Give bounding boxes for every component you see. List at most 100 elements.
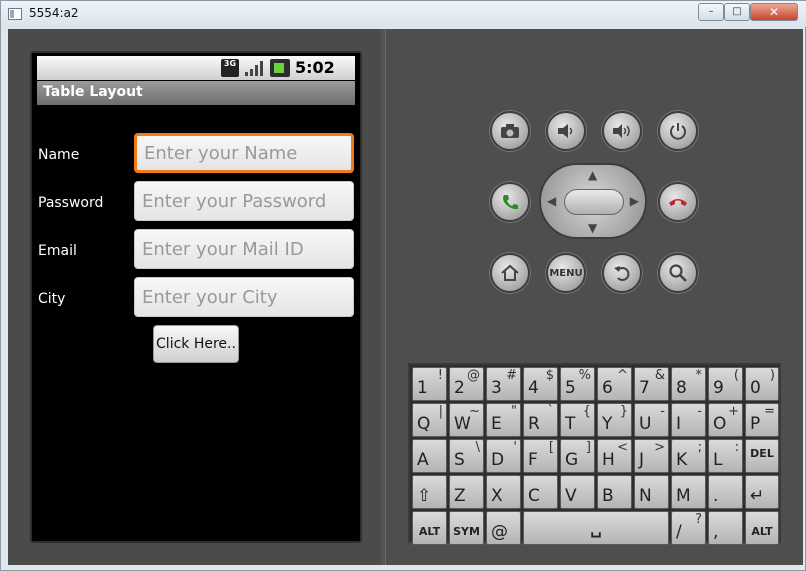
city-field[interactable] (134, 277, 354, 317)
key-1[interactable]: 1! (412, 367, 447, 401)
key-at[interactable]: @ (486, 511, 521, 545)
menu-button[interactable]: MENU (546, 253, 586, 293)
key-del[interactable]: DEL (745, 439, 779, 473)
key-main: R (528, 414, 540, 434)
key-main: 8 (676, 378, 687, 398)
volume-down-button[interactable] (546, 111, 586, 151)
key-slash[interactable]: /? (671, 511, 706, 545)
dpad-center-button[interactable] (564, 189, 624, 215)
volume-up-button[interactable] (602, 111, 642, 151)
dpad[interactable]: ▲ ▼ ◀ ▶ (539, 163, 647, 239)
key-alt: ~ (469, 404, 480, 419)
key-e[interactable]: E " (486, 403, 521, 437)
call-button[interactable] (490, 182, 530, 222)
key-z[interactable]: Z (449, 475, 484, 509)
key-main: 0 (750, 378, 761, 398)
dpad-up-icon[interactable]: ▲ (588, 168, 597, 182)
back-button[interactable] (602, 253, 642, 293)
key-w[interactable]: W ~ (449, 403, 484, 437)
key-x[interactable]: X (486, 475, 521, 509)
key-main: V (565, 486, 577, 506)
emulator-window: 5554:a2 – □ ✕ 3G 5:02 PM Ta (0, 0, 806, 571)
key-u[interactable]: U- (634, 403, 669, 437)
key-l[interactable]: L: (708, 439, 743, 473)
space-icon: ␣ (590, 519, 602, 538)
key-s[interactable]: S \ (449, 439, 484, 473)
key-alt: ; (697, 440, 702, 455)
signal-strength-icon (245, 61, 263, 76)
key-n[interactable]: N (634, 475, 669, 509)
key-g[interactable]: G] (560, 439, 595, 473)
key-alt-right[interactable]: ALT (745, 511, 779, 545)
key-7[interactable]: 7 & (634, 367, 669, 401)
key-0[interactable]: 0) (745, 367, 779, 401)
call-icon (503, 195, 518, 210)
key-m[interactable]: M (671, 475, 706, 509)
key-k[interactable]: K; (671, 439, 706, 473)
key-alt: ( (733, 368, 739, 383)
key-3[interactable]: 3 # (486, 367, 521, 401)
password-field[interactable] (134, 181, 354, 221)
key-alt: { (582, 404, 591, 419)
key-2[interactable]: 2 @ (449, 367, 484, 401)
key-b[interactable]: B (597, 475, 632, 509)
key-h[interactable]: H < (597, 439, 632, 473)
search-button[interactable] (658, 253, 698, 293)
key-a[interactable]: A (412, 439, 447, 473)
password-label: Password (38, 195, 104, 211)
key-alt: ) (769, 368, 775, 383)
key-8[interactable]: 8 * (671, 367, 706, 401)
dpad-down-icon[interactable]: ▼ (588, 221, 597, 235)
name-input[interactable] (137, 136, 351, 170)
key-t[interactable]: T{ (560, 403, 595, 437)
key-shift[interactable]: ⇧ (412, 475, 447, 509)
back-icon (614, 266, 630, 281)
key-q[interactable]: Q | (412, 403, 447, 437)
end-call-button[interactable] (658, 182, 698, 222)
home-button[interactable] (490, 253, 530, 293)
search-icon (669, 264, 687, 282)
key-y[interactable]: Y} (597, 403, 632, 437)
email-field[interactable] (134, 229, 354, 269)
key-o[interactable]: O + (708, 403, 743, 437)
key-alt: < (617, 440, 628, 455)
key-d[interactable]: D ' (486, 439, 521, 473)
email-input[interactable] (135, 230, 353, 268)
name-field[interactable] (134, 133, 354, 173)
key-space[interactable]: ␣ (523, 511, 669, 545)
password-input[interactable] (135, 182, 353, 220)
minimize-button[interactable]: – (698, 3, 724, 21)
click-here-button[interactable]: Click Here.. (153, 325, 239, 363)
key-c[interactable]: C (523, 475, 558, 509)
key-f[interactable]: F[ (523, 439, 558, 473)
maximize-button[interactable]: □ (724, 3, 750, 21)
city-input[interactable] (135, 278, 353, 316)
key-v[interactable]: V (560, 475, 595, 509)
key-period[interactable]: . (708, 475, 743, 509)
key-4[interactable]: 4 $ (523, 367, 558, 401)
dpad-left-icon[interactable]: ◀ (547, 194, 556, 208)
close-button[interactable]: ✕ (750, 3, 798, 21)
key-r[interactable]: R ` (523, 403, 558, 437)
key-main: E (491, 414, 502, 434)
key-sym[interactable]: SYM (449, 511, 484, 545)
key-enter[interactable]: ↵ (745, 475, 779, 509)
key-alt: * (695, 368, 703, 383)
key-5[interactable]: 5% (560, 367, 595, 401)
key-p[interactable]: P = (745, 403, 779, 437)
key-comma[interactable]: , (708, 511, 743, 545)
key-main: 2 (454, 378, 465, 398)
key-main: N (639, 486, 652, 506)
key-9[interactable]: 9( (708, 367, 743, 401)
key-6[interactable]: 6 ^ (597, 367, 632, 401)
key-j[interactable]: J > (634, 439, 669, 473)
camera-button[interactable] (490, 111, 530, 151)
power-button[interactable] (658, 111, 698, 151)
dpad-right-icon[interactable]: ▶ (630, 194, 639, 208)
city-label: City (38, 291, 66, 307)
key-main: O (713, 414, 727, 434)
key-alt-left[interactable]: ALT (412, 511, 447, 545)
keyboard: 1! 2 @ 3 # 4 $ 5% 6 ^ 7 & 8 * 9( 0) Q | W ~ E " R… (408, 363, 781, 545)
key-i[interactable]: I- (671, 403, 706, 437)
key-alt: = (764, 404, 775, 419)
